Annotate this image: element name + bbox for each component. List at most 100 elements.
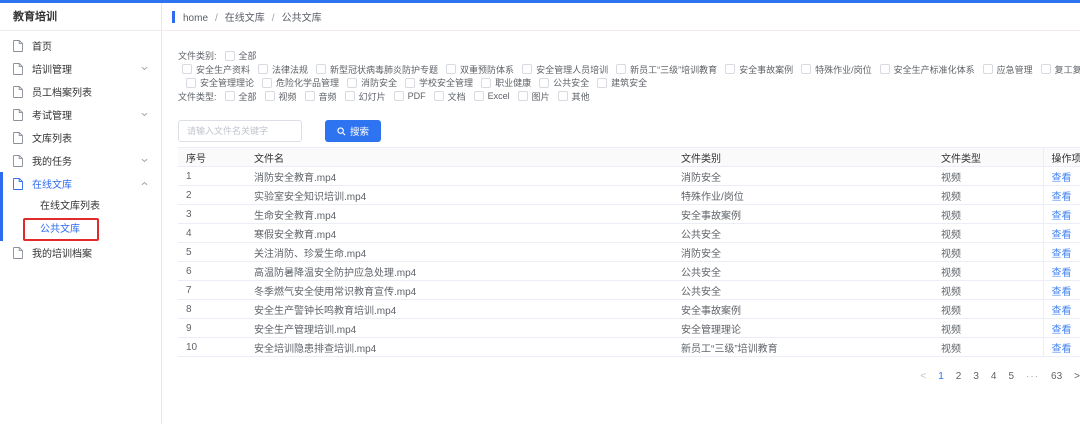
breadcrumb-item[interactable]: 在线文库 — [225, 13, 265, 24]
view-link[interactable]: 查看 — [1052, 249, 1072, 260]
filter-checkbox-option[interactable]: 图片 — [518, 90, 550, 103]
view-link[interactable]: 查看 — [1052, 192, 1072, 203]
checkbox-icon[interactable] — [345, 91, 355, 101]
checkbox-icon[interactable] — [481, 78, 491, 88]
filter-checkbox-option[interactable]: 安全事故案例 — [725, 63, 793, 76]
sidebar-item[interactable]: 我的培训档案 — [0, 241, 161, 264]
checkbox-icon[interactable] — [474, 91, 484, 101]
checkbox-icon[interactable] — [394, 91, 404, 101]
type-cell: 视频 — [933, 319, 1043, 338]
sidebar-item[interactable]: 在线文库 — [0, 172, 161, 195]
sidebar-item[interactable]: 首页 — [0, 34, 161, 57]
filter-checkbox-option[interactable]: 学校安全管理 — [405, 76, 473, 89]
checkbox-icon[interactable] — [262, 78, 272, 88]
checkbox-icon[interactable] — [616, 64, 626, 74]
filter-checkbox-option[interactable]: 全部 — [225, 90, 257, 103]
checkbox-icon[interactable] — [225, 51, 235, 61]
filter-checkbox-option[interactable]: 新员工“三级”培训教育 — [616, 63, 717, 76]
view-link[interactable]: 查看 — [1052, 268, 1072, 279]
filter-checkbox-option[interactable]: 其他 — [558, 90, 590, 103]
checkbox-icon[interactable] — [597, 78, 607, 88]
checkbox-icon[interactable] — [305, 91, 315, 101]
view-link[interactable]: 查看 — [1052, 306, 1072, 317]
checkbox-icon[interactable] — [558, 91, 568, 101]
checkbox-icon[interactable] — [434, 91, 444, 101]
checkbox-icon[interactable] — [186, 78, 196, 88]
filter-checkbox-option[interactable]: 应急管理 — [983, 63, 1033, 76]
pagination-page[interactable]: 5 — [1008, 371, 1014, 382]
view-link[interactable]: 查看 — [1052, 173, 1072, 184]
checkbox-icon[interactable] — [983, 64, 993, 74]
checkbox-icon[interactable] — [225, 91, 235, 101]
filter-checkbox-option[interactable]: 安全生产资料 — [182, 63, 250, 76]
view-link[interactable]: 查看 — [1052, 230, 1072, 241]
search-input[interactable] — [178, 120, 302, 142]
pagination-next[interactable]: > — [1074, 371, 1080, 382]
filter-checkbox-option[interactable]: 特殊作业/岗位 — [801, 63, 872, 76]
filter-checkbox-option[interactable]: 安全生产标准化体系 — [880, 63, 975, 76]
file-table: 序号文件名文件类别文件类型操作项 1消防安全教育.mp4消防安全视频查看2实验室… — [178, 147, 1080, 357]
checkbox-icon[interactable] — [316, 64, 326, 74]
table-row: 6高温防暑降温安全防护应急处理.mp4公共安全视频查看 — [178, 262, 1080, 281]
breadcrumb-item[interactable]: 公共文库 — [282, 13, 322, 24]
sidebar-item[interactable]: 文库列表 — [0, 126, 161, 149]
search-button[interactable]: 搜索 — [325, 120, 381, 142]
checkbox-icon[interactable] — [258, 64, 268, 74]
filter-checkbox-option[interactable]: 音频 — [305, 90, 337, 103]
checkbox-icon[interactable] — [801, 64, 811, 74]
pagination-page[interactable]: 2 — [956, 371, 962, 382]
checkbox-icon[interactable] — [1041, 64, 1051, 74]
sidebar-subitem[interactable]: 公共文库 — [0, 218, 161, 241]
filter-checkbox-option[interactable]: 安全管理理论 — [186, 76, 254, 89]
checkbox-icon[interactable] — [518, 91, 528, 101]
filter-checkbox-option[interactable]: 法律法规 — [258, 63, 308, 76]
chevron-down-icon — [141, 112, 148, 117]
type-cell: 视频 — [933, 300, 1043, 319]
sidebar-item[interactable]: 我的任务 — [0, 149, 161, 172]
breadcrumb-item[interactable]: home — [183, 13, 208, 24]
view-link[interactable]: 查看 — [1052, 344, 1072, 355]
filter-checkbox-option[interactable]: 新型冠状病毒肺炎防护专题 — [316, 63, 438, 76]
checkbox-icon[interactable] — [880, 64, 890, 74]
filter-checkbox-option[interactable]: 建筑安全 — [597, 76, 647, 89]
pagination-page[interactable]: 4 — [991, 371, 997, 382]
sidebar-subitem[interactable]: 在线文库列表 — [0, 195, 161, 218]
filter-checkbox-option[interactable]: 安全管理人员培训 — [522, 63, 608, 76]
checkbox-label: 其他 — [572, 90, 590, 103]
checkbox-icon[interactable] — [265, 91, 275, 101]
checkbox-icon[interactable] — [347, 78, 357, 88]
filter-checkbox-option[interactable]: 危险化学品管理 — [262, 76, 339, 89]
view-link[interactable]: 查看 — [1052, 325, 1072, 336]
pagination-page[interactable]: 1 — [938, 371, 944, 382]
sidebar-item[interactable]: 考试管理 — [0, 103, 161, 126]
filter-checkbox-option[interactable]: 公共安全 — [539, 76, 589, 89]
view-link[interactable]: 查看 — [1052, 211, 1072, 222]
checkbox-icon[interactable] — [405, 78, 415, 88]
pagination-page[interactable]: 63 — [1051, 371, 1062, 382]
sidebar-item[interactable]: 培训管理 — [0, 57, 161, 80]
checkbox-icon[interactable] — [446, 64, 456, 74]
filter-checkbox-option[interactable]: 复工复产 — [1041, 63, 1080, 76]
sidebar-item[interactable]: 员工档案列表 — [0, 80, 161, 103]
filter-checkbox-option[interactable]: 幻灯片 — [345, 90, 386, 103]
sidebar-item-label: 我的任务 — [32, 153, 72, 168]
filter-checkbox-option[interactable]: 双重预防体系 — [446, 63, 514, 76]
checkbox-icon[interactable] — [522, 64, 532, 74]
filter-checkbox-option[interactable]: PDF — [394, 91, 426, 101]
filter-checkbox-option[interactable]: 职业健康 — [481, 76, 531, 89]
sidebar-item-label: 我的培训档案 — [32, 245, 92, 260]
checkbox-icon[interactable] — [539, 78, 549, 88]
pagination-page[interactable]: 3 — [973, 371, 979, 382]
filter-checkbox-option[interactable]: 视频 — [265, 90, 297, 103]
name-cell: 安全生产警钟长鸣教育培训.mp4 — [246, 300, 673, 319]
checkbox-icon[interactable] — [182, 64, 192, 74]
filter-checkbox-option[interactable]: 文档 — [434, 90, 466, 103]
document-icon — [13, 132, 24, 144]
filter-checkbox-option[interactable]: 全部 — [225, 49, 257, 62]
pagination-prev[interactable]: < — [920, 371, 926, 382]
filter-checkbox-option[interactable]: Excel — [474, 91, 510, 101]
checkbox-label: 安全管理人员培训 — [536, 63, 608, 76]
view-link[interactable]: 查看 — [1052, 287, 1072, 298]
filter-checkbox-option[interactable]: 消防安全 — [347, 76, 397, 89]
checkbox-icon[interactable] — [725, 64, 735, 74]
